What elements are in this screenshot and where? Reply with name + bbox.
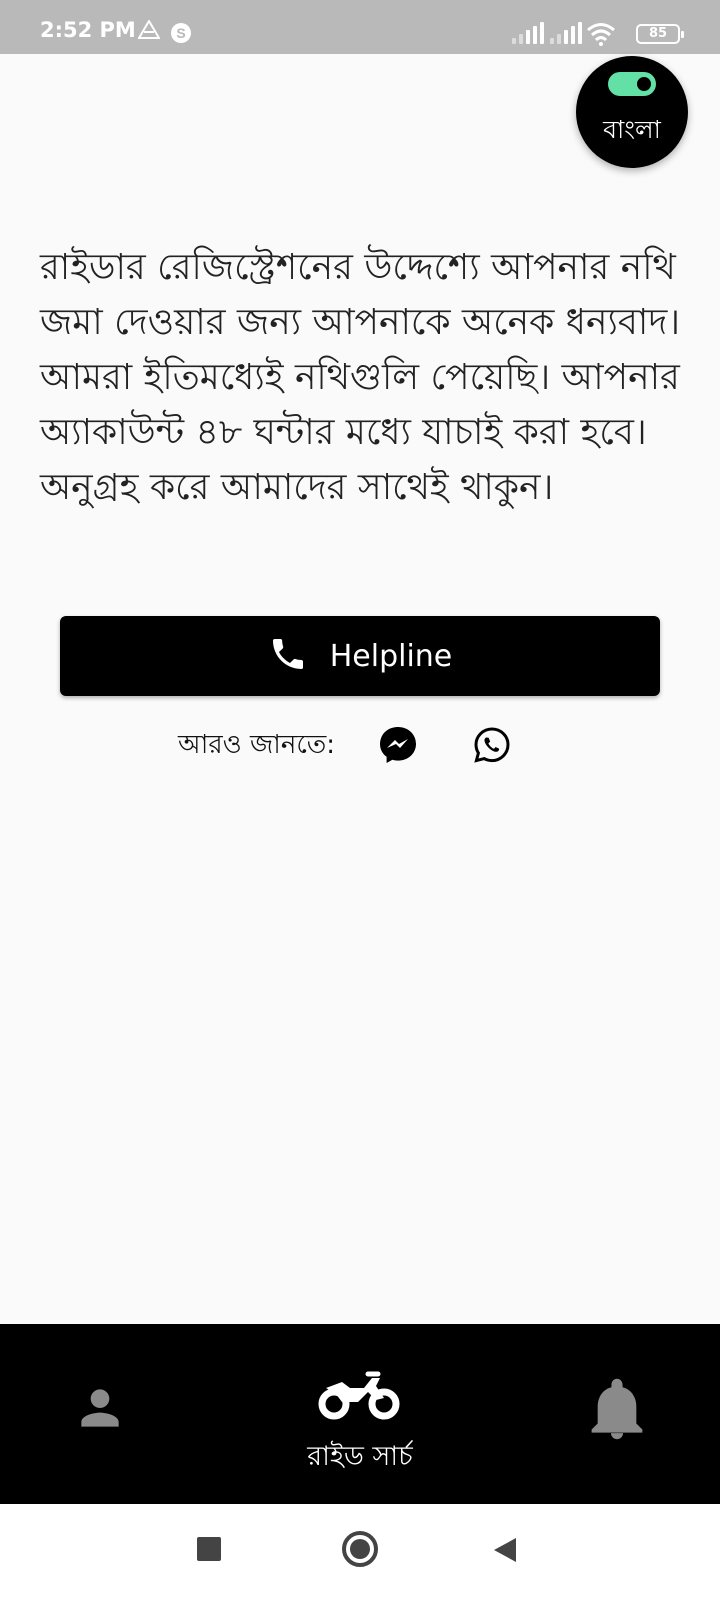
bell-icon	[588, 1378, 646, 1446]
status-time: 2:52 PM	[40, 18, 136, 42]
signal-icon	[512, 22, 544, 44]
know-more-label: আরও জানতে:	[178, 730, 336, 760]
battery-icon: 85	[636, 24, 684, 44]
signal-icon	[550, 22, 582, 44]
ride-search-label: রাইড সার্চ	[307, 1441, 413, 1472]
toggle-knob	[637, 77, 651, 91]
back-button[interactable]	[492, 1536, 518, 1568]
recents-button[interactable]	[196, 1536, 222, 1566]
s-icon: S	[170, 22, 192, 48]
bottom-nav: রাইড সার্চ	[0, 1324, 720, 1504]
wifi-icon	[586, 22, 616, 50]
helpline-label: Helpline	[329, 638, 453, 674]
phone-icon	[268, 634, 308, 678]
status-bar: 2:52 PM S 85	[0, 0, 720, 54]
registration-message: রাইডার রেজিস্ট্রেশনের উদ্দেশ্যে আপনার নথ…	[40, 247, 681, 508]
helpline-button[interactable]: Helpline	[60, 616, 660, 696]
profile-nav-item[interactable]	[72, 1380, 128, 1440]
home-button[interactable]	[341, 1530, 379, 1572]
svg-text:S: S	[176, 25, 185, 41]
ride-search-nav-item[interactable]	[318, 1368, 402, 1428]
language-toggle[interactable]: বাংলা	[576, 56, 688, 168]
system-nav-bar	[0, 1504, 720, 1600]
whatsapp-icon[interactable]	[472, 725, 512, 765]
language-label: বাংলা	[603, 115, 661, 144]
drive-icon	[137, 19, 161, 44]
motorcycle-icon	[318, 1371, 402, 1428]
messenger-icon[interactable]	[378, 725, 418, 765]
toggle-switch[interactable]	[608, 72, 656, 96]
notifications-nav-item[interactable]	[588, 1376, 646, 1446]
person-icon	[72, 1389, 128, 1440]
